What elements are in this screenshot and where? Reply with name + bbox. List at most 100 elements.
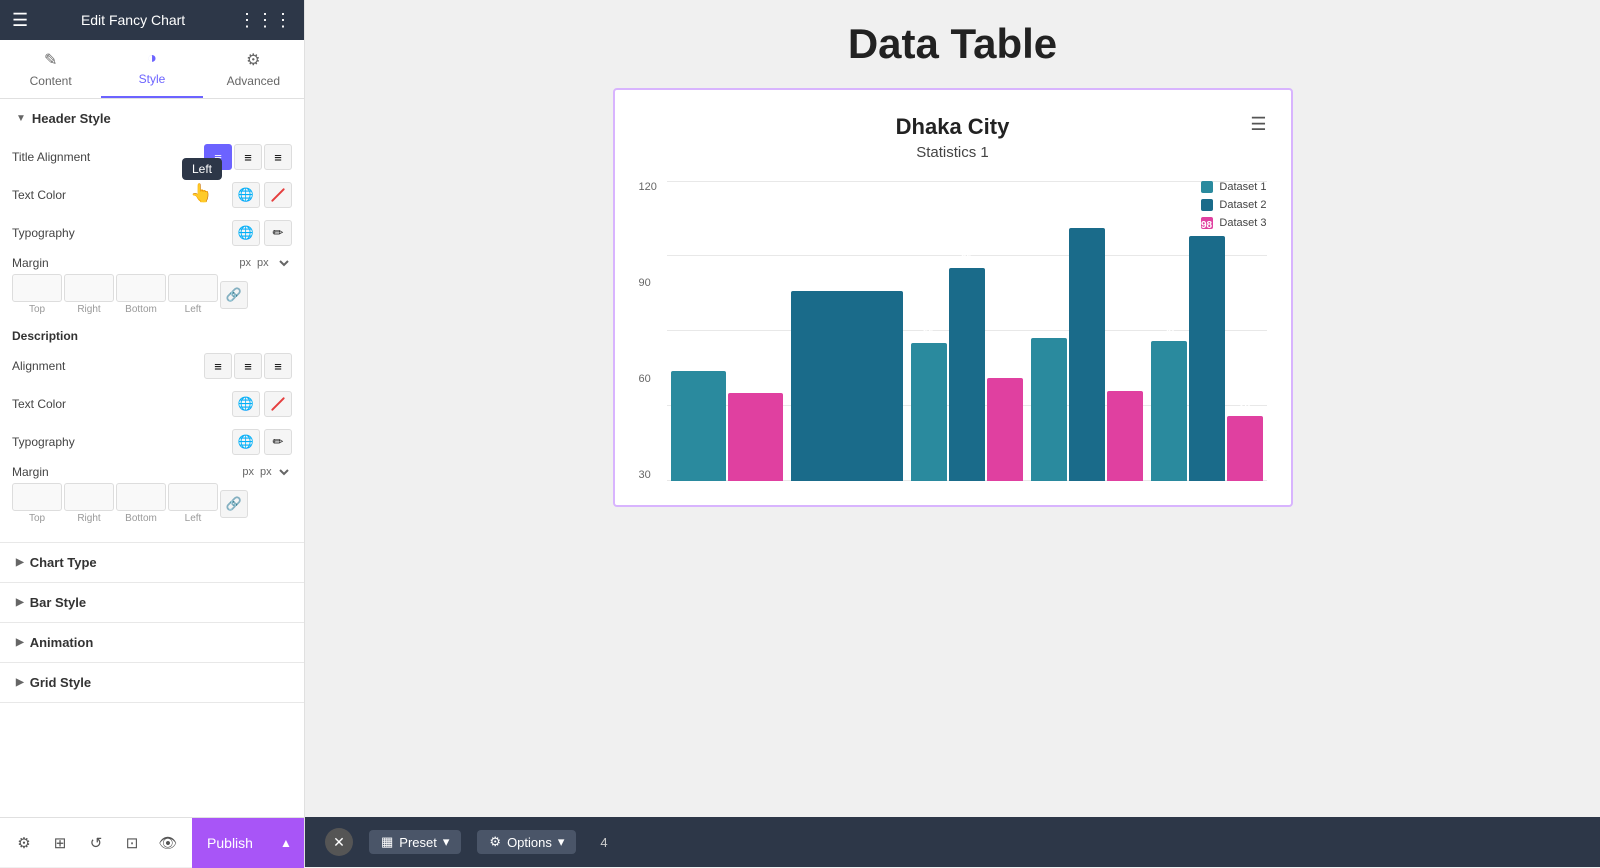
bottom-bar-close-btn[interactable]: ✕	[325, 828, 353, 856]
bottom-bar-page-num: 4	[600, 835, 607, 850]
desc-margin-bottom[interactable]	[116, 483, 166, 511]
section-animation-toggle[interactable]: ▶ Animation	[0, 623, 304, 662]
desc-margin-unit-label: px	[242, 466, 254, 478]
preset-icon: ▦	[381, 834, 393, 850]
bar-5-1: 56	[1151, 341, 1187, 481]
align-right-btn[interactable]: ≡	[264, 144, 292, 170]
settings-icon[interactable]: ⚙	[8, 827, 40, 859]
desc-margin-left[interactable]	[168, 483, 218, 511]
bar-label-2-2: 76	[841, 275, 852, 286]
tab-style[interactable]: ◑ Style	[101, 40, 202, 98]
options-icon: ⚙	[489, 834, 501, 850]
header-margin-link-btn[interactable]: 🔗	[220, 281, 248, 309]
bar-label-4-2: 101	[1078, 212, 1095, 223]
style-icon: ◑	[147, 50, 157, 68]
description-label: Description	[12, 321, 292, 347]
footer-icons: ⚙ ⊞ ↺ ⊡ 👁	[0, 827, 192, 859]
header-margin-unit-select[interactable]: px em rem	[253, 256, 292, 270]
header-style-body: Title Alignment ≡ ≡ ≡ Text Color 🌐	[0, 138, 304, 542]
desc-align-right-btn[interactable]: ≡	[264, 353, 292, 379]
desc-align-center-btn[interactable]: ≡	[234, 353, 262, 379]
preview-icon[interactable]: 👁	[152, 827, 184, 859]
header-margin-right-label: Right	[77, 304, 100, 315]
bottom-bar: ✕ ▦ Preset ▾ ⚙ Options ▾ 4	[305, 817, 1600, 867]
section-grid-style-toggle[interactable]: ▶ Grid Style	[0, 663, 304, 702]
header-text-color-global-btn[interactable]: 🌐	[232, 182, 260, 208]
y-label-90: 90	[639, 277, 659, 289]
margin-right-wrap: Right	[64, 274, 114, 315]
bottom-bar-preset-btn[interactable]: ▦ Preset ▾	[369, 830, 461, 854]
grid-style-label: Grid Style	[30, 675, 91, 690]
publish-button[interactable]: Publish	[192, 818, 268, 868]
chevron-right-icon-3: ▶	[16, 637, 24, 648]
bar-label-4-1: 57	[1043, 322, 1054, 333]
desc-text-color-label: Text Color	[12, 397, 66, 411]
section-bar-style-toggle[interactable]: ▶ Bar Style	[0, 583, 304, 622]
desc-margin-link-btn[interactable]: 🔗	[220, 490, 248, 518]
desc-typography-edit-btn[interactable]: ✏	[264, 429, 292, 455]
align-center-btn[interactable]: ≡	[234, 144, 262, 170]
header-text-color-pick-btn[interactable]	[264, 182, 292, 208]
header-margin-row: Margin px px em rem	[12, 252, 292, 274]
options-label: Options	[507, 835, 552, 850]
chevron-right-icon-4: ▶	[16, 677, 24, 688]
header-margin-bottom[interactable]	[116, 274, 166, 302]
margin-top-wrap: Top	[12, 274, 62, 315]
chart-container: ☰ Dhaka City Statistics 1 30 60 90 120	[613, 88, 1293, 507]
header-margin-left[interactable]	[168, 274, 218, 302]
bar-1-1: 44	[671, 371, 726, 481]
bar-label-3-2: 85	[961, 252, 972, 263]
chevron-right-icon-2: ▶	[16, 597, 24, 608]
chart-subtitle: Statistics 1	[639, 144, 1267, 161]
chart-menu-icon[interactable]: ☰	[1250, 114, 1266, 135]
bar-1-3: 35	[728, 393, 783, 481]
section-chart-type-toggle[interactable]: ▶ Chart Type	[0, 543, 304, 582]
chart-yaxis: 30 60 90 120	[639, 181, 667, 481]
bar-label-5-3: 26	[1239, 400, 1250, 411]
desc-margin-unit: px px em	[242, 465, 292, 479]
header-margin-inputs: Top Right Bottom Left 🔗	[12, 274, 292, 315]
desc-margin-right[interactable]	[64, 483, 114, 511]
margin-bottom-wrap: Bottom	[116, 274, 166, 315]
sidebar-tabs: ✎ Content ◑ Style ⚙ Advanced	[0, 40, 304, 99]
responsive-icon[interactable]: ⊡	[116, 827, 148, 859]
page-title: Data Table	[345, 20, 1560, 68]
margin-left-wrap: Left	[168, 274, 218, 315]
tab-content[interactable]: ✎ Content	[0, 40, 101, 98]
desc-margin-left-label: Left	[185, 513, 202, 524]
desc-text-color-global-btn[interactable]: 🌐	[232, 391, 260, 417]
header-margin-top[interactable]	[12, 274, 62, 302]
bar-group-2: 76	[791, 291, 903, 481]
history-icon[interactable]: ↺	[80, 827, 112, 859]
bar-group-3: 55 85 41	[911, 268, 1023, 481]
tab-advanced-label: Advanced	[227, 74, 280, 88]
sidebar-content: ▼ Header Style Title Alignment ≡ ≡ ≡ Tex…	[0, 99, 304, 817]
bar-5-3: 26	[1227, 416, 1263, 481]
desc-text-color-pick-btn[interactable]	[264, 391, 292, 417]
desc-typography-btns: 🌐 ✏	[232, 429, 292, 455]
desc-align-left-btn[interactable]: ≡	[204, 353, 232, 379]
bottom-bar-options-btn[interactable]: ⚙ Options ▾	[477, 830, 576, 854]
desc-margin-unit-select[interactable]: px em	[256, 465, 292, 479]
align-left-btn[interactable]: ≡	[204, 144, 232, 170]
bar-3-2: 85	[949, 268, 985, 481]
expand-icon[interactable]: ▲	[268, 818, 304, 868]
desc-margin-right-wrap: Right	[64, 483, 114, 524]
header-margin-right[interactable]	[64, 274, 114, 302]
tab-advanced[interactable]: ⚙ Advanced	[203, 40, 304, 98]
grid-icon[interactable]: ⋮⋮⋮	[238, 10, 292, 31]
header-typography-row: Typography 🌐 ✏	[12, 214, 292, 252]
layers-icon[interactable]: ⊞	[44, 827, 76, 859]
header-typography-global-btn[interactable]: 🌐	[232, 220, 260, 246]
desc-typography-global-btn[interactable]: 🌐	[232, 429, 260, 455]
tab-style-label: Style	[139, 72, 166, 86]
bar-label-3-1: 55	[923, 327, 934, 338]
header-typography-edit-btn[interactable]: ✏	[264, 220, 292, 246]
sidebar-title: Edit Fancy Chart	[81, 12, 185, 28]
desc-margin-top[interactable]	[12, 483, 62, 511]
section-header-style-toggle[interactable]: ▼ Header Style	[0, 99, 304, 138]
header-text-color-btns: 🌐	[232, 182, 292, 208]
menu-icon[interactable]: ☰	[12, 10, 28, 31]
desc-text-color-btns: 🌐	[232, 391, 292, 417]
tab-content-label: Content	[30, 74, 72, 88]
